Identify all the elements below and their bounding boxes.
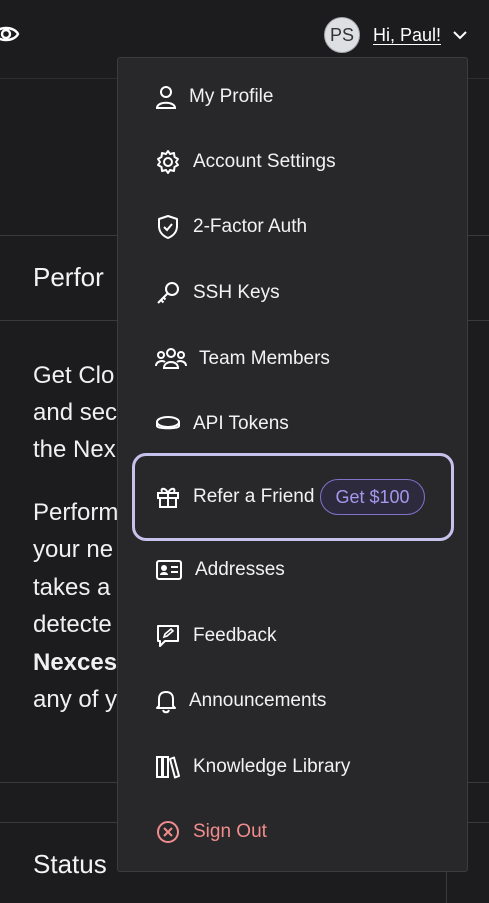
menu-item-label: Account Settings <box>193 151 336 172</box>
body-text: Perform <box>33 499 119 526</box>
menu-item-label: My Profile <box>189 86 274 107</box>
menu-item-label: Knowledge Library <box>193 756 351 777</box>
menu-item-sign-out[interactable]: Sign Out <box>118 812 467 852</box>
menu-item-2-factor-auth[interactable]: 2-Factor Auth <box>118 207 467 247</box>
user-menu-toggle[interactable]: PS Hi, Paul! <box>323 17 469 53</box>
menu-item-addresses[interactable]: Addresses <box>118 550 467 590</box>
menu-item-label: 2-Factor Auth <box>193 216 308 237</box>
sign-out-icon <box>155 819 181 845</box>
eye-icon[interactable] <box>0 20 20 48</box>
menu-item-team-members[interactable]: Team Members <box>118 339 467 379</box>
feedback-icon <box>155 623 181 649</box>
menu-item-label: Refer a Friend <box>193 486 315 507</box>
section-title: Perfor <box>33 262 104 292</box>
shield-check-icon <box>155 214 181 240</box>
referral-badge[interactable]: Get $100 <box>320 479 425 515</box>
gear-icon <box>155 149 181 175</box>
key-icon <box>155 280 181 306</box>
body-text: any of y <box>33 686 118 713</box>
menu-item-ssh-keys[interactable]: SSH Keys <box>118 273 467 313</box>
token-icon <box>155 411 181 437</box>
menu-item-announcements[interactable]: Announcements <box>118 681 467 721</box>
menu-item-label: Team Members <box>199 348 330 369</box>
menu-item-knowledge-library[interactable]: Knowledge Library <box>118 747 467 787</box>
menu-item-api-tokens[interactable]: API Tokens <box>118 404 467 444</box>
menu-item-label: Addresses <box>195 559 285 580</box>
menu-item-my-profile[interactable]: My Profile <box>118 77 467 117</box>
body-text: Get Clo <box>33 362 115 389</box>
user-dropdown-menu: My Profile Account Settings 2-Factor Aut… <box>117 57 468 872</box>
chevron-down-icon[interactable] <box>451 26 469 44</box>
menu-item-label: Announcements <box>189 690 327 711</box>
bell-icon <box>153 688 179 714</box>
body-text: your ne <box>33 536 114 563</box>
user-icon <box>153 84 179 110</box>
menu-item-label: Sign Out <box>193 821 267 842</box>
menu-item-refer-a-friend[interactable]: Refer a Friend Get $100 <box>118 477 467 517</box>
books-icon <box>155 754 181 780</box>
team-icon <box>155 346 187 372</box>
body-text: takes a <box>33 574 111 601</box>
menu-item-feedback[interactable]: Feedback <box>118 616 467 656</box>
menu-item-label: SSH Keys <box>193 282 280 303</box>
body-text: the Nex <box>33 436 116 463</box>
greeting-link[interactable]: Hi, Paul! <box>373 25 441 46</box>
avatar[interactable]: PS <box>323 17 360 53</box>
menu-item-label: Feedback <box>193 625 277 646</box>
section-title: Status <box>33 849 107 879</box>
body-text-bold: Nexces <box>33 649 118 676</box>
address-card-icon <box>155 557 183 583</box>
body-text: and sec <box>33 399 118 426</box>
menu-item-label: API Tokens <box>193 413 289 434</box>
body-text: detecte <box>33 611 112 638</box>
gift-icon <box>155 484 181 510</box>
menu-item-account-settings[interactable]: Account Settings <box>118 142 467 182</box>
